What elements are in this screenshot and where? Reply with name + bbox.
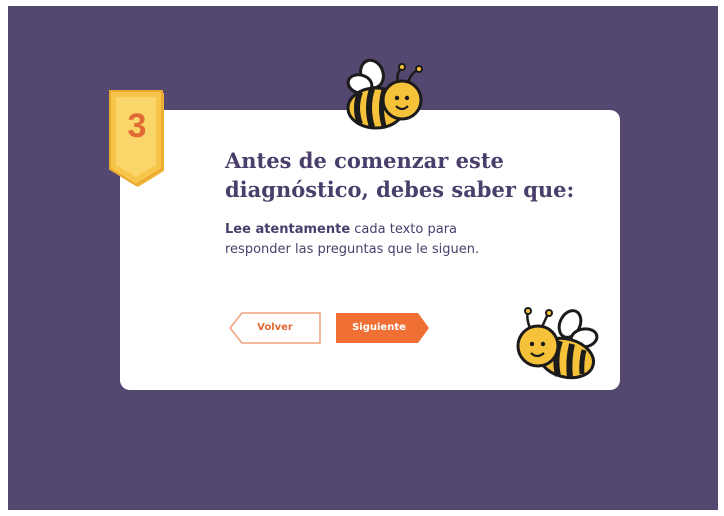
instruction-emphasis: Lee atentamente — [225, 222, 351, 237]
back-button[interactable]: Volver — [228, 311, 322, 345]
back-button-label: Volver — [257, 322, 293, 333]
page-title: Antes de comenzar este diagnóstico, debe… — [225, 146, 585, 204]
step-badge: 3 — [106, 89, 168, 189]
step-number: 3 — [127, 107, 147, 145]
title-line-1: Antes de comenzar este — [225, 148, 504, 173]
title-line-2: diagnóstico, debes saber que: — [225, 177, 575, 202]
bee-icon — [508, 304, 604, 388]
next-button[interactable]: Siguiente — [334, 311, 430, 345]
next-button-label: Siguiente — [352, 322, 406, 333]
bee-icon — [332, 56, 432, 138]
instruction-text: Lee atentamente cada texto para responde… — [225, 220, 485, 260]
